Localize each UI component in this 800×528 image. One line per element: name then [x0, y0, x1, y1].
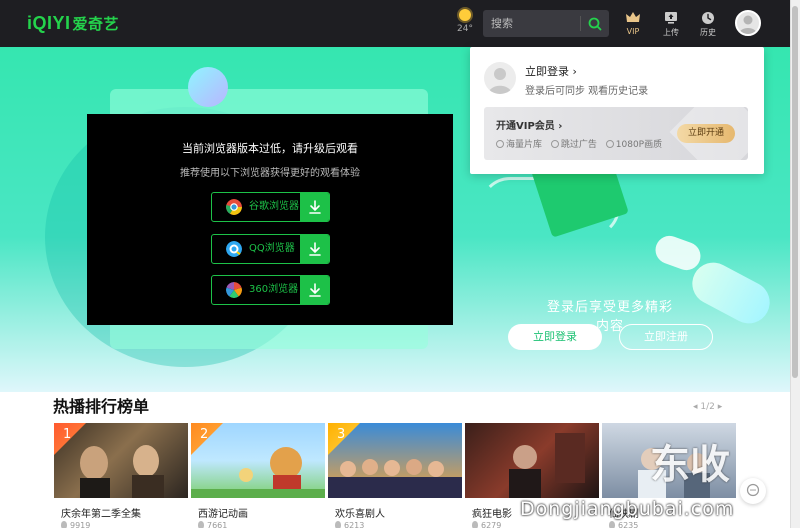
- upload-icon: [665, 12, 677, 24]
- account-popover: 立即登录 › 登录后可同步 观看历史记录 开通VIP会员 › 海量片库 跳过广告…: [470, 47, 764, 174]
- card-heat: 6235: [609, 521, 638, 528]
- search-box: [483, 10, 609, 37]
- card-title[interactable]: 欢乐喜剧人: [335, 505, 385, 520]
- vip-perk: 跳过广告: [550, 140, 597, 150]
- download-chrome-button[interactable]: 谷歌浏览器: [211, 192, 330, 222]
- download-icon: [300, 193, 329, 221]
- vip-perk: 海量片库: [496, 140, 542, 150]
- vip-perks: 海量片库 跳过广告 1080P画质: [496, 137, 668, 150]
- sun-icon: [459, 9, 471, 21]
- card-heat: 6279: [472, 521, 501, 528]
- watermark-text: Dongjiangbubai.com: [520, 498, 735, 520]
- perk-icon: [496, 140, 504, 148]
- popover-description: 登录后可同步 观看历史记录: [525, 86, 649, 97]
- vip-nav-label: VIP: [626, 27, 640, 36]
- vip-perk: 1080P画质: [605, 140, 662, 150]
- vip-open-button[interactable]: 立即开通: [677, 124, 735, 143]
- history-nav[interactable]: 历史: [696, 11, 720, 38]
- crown-icon: [626, 12, 640, 22]
- banner-decoration-pill-small: [651, 231, 705, 275]
- heat-value: 6235: [618, 521, 639, 528]
- heat-value: 7661: [207, 521, 228, 528]
- card-heat: 9919: [61, 521, 90, 528]
- ranking-card[interactable]: 3 欢乐喜剧人 6213: [328, 423, 462, 528]
- flame-icon: [335, 521, 341, 528]
- logo-text: iQIYI: [27, 13, 71, 33]
- flame-icon: [609, 521, 615, 528]
- heat-value: 6213: [344, 521, 365, 528]
- card-title[interactable]: 庆余年第二季全集: [61, 505, 141, 520]
- user-icon: [488, 68, 512, 94]
- popover-avatar[interactable]: [484, 62, 516, 94]
- login-button[interactable]: 立即登录: [508, 324, 602, 350]
- chat-bubble-icon: [746, 483, 760, 497]
- weather-widget[interactable]: 24°: [456, 9, 474, 34]
- browser-label: QQ浏览器: [249, 243, 295, 254]
- perk-icon: [550, 140, 559, 148]
- user-avatar[interactable]: [735, 10, 761, 36]
- flame-icon: [61, 521, 67, 528]
- ranking-pager: ◂ 1/2 ▸: [693, 402, 722, 412]
- chevron-right-icon: ›: [558, 121, 563, 132]
- vip-promo-card[interactable]: 开通VIP会员 › 海量片库 跳过广告 1080P画质 立即开通: [484, 107, 748, 160]
- watermark-seal: 东收: [650, 441, 730, 488]
- card-title[interactable]: 西游记动画: [198, 505, 248, 520]
- upload-nav[interactable]: 上传: [659, 11, 683, 38]
- card-heat: 7661: [198, 521, 227, 528]
- banner-decoration-ball: [188, 67, 228, 107]
- chevron-right-icon: ›: [572, 65, 577, 78]
- popover-login-link[interactable]: 立即登录 ›: [525, 63, 577, 79]
- banner-decoration-pill: [684, 255, 778, 331]
- heat-value: 9919: [70, 521, 91, 528]
- upload-nav-label: 上传: [663, 28, 679, 37]
- search-icon[interactable]: [587, 16, 603, 32]
- logo-cn-text: 爱奇艺: [72, 16, 120, 33]
- register-button[interactable]: 立即注册: [619, 324, 713, 350]
- download-icon: [300, 235, 329, 263]
- movie-poster-image: [509, 433, 585, 498]
- vip-nav[interactable]: VIP: [621, 11, 645, 36]
- history-nav-label: 历史: [700, 28, 716, 37]
- browser-upgrade-modal: 当前浏览器版本过低，请升级后观看 推荐使用以下浏览器获得更好的观看体验 谷歌浏览…: [87, 114, 453, 325]
- modal-subtitle: 推荐使用以下浏览器获得更好的观看体验: [180, 168, 360, 179]
- top-header: iQIYI爱奇艺 24° VIP 上传 历史: [0, 0, 790, 47]
- pager-text: 1/2: [700, 402, 715, 412]
- download-360-browser-button[interactable]: 360浏览器: [211, 275, 330, 305]
- feedback-float-button[interactable]: [740, 478, 766, 504]
- browser-label: 360浏览器: [249, 284, 299, 295]
- search-divider: [580, 16, 581, 31]
- user-icon: [739, 15, 757, 34]
- iqiyi-logo[interactable]: iQIYI 爱奇艺: [27, 13, 119, 34]
- vip-card-title: 开通VIP会员 ›: [496, 117, 562, 132]
- chevron-right-icon[interactable]: ▸: [718, 402, 723, 412]
- vip-card-title-text: 开通VIP会员: [496, 121, 555, 132]
- flame-icon: [472, 521, 478, 528]
- card-title[interactable]: 疯狂电影: [472, 505, 512, 520]
- search-input[interactable]: [491, 15, 581, 32]
- heat-value: 6279: [481, 521, 502, 528]
- clock-icon: [702, 12, 714, 24]
- page-scrollbar-thumb[interactable]: [792, 6, 798, 378]
- ranking-card[interactable]: 2 西游记动画 7661: [191, 423, 325, 528]
- popover-login-label: 立即登录: [525, 65, 569, 78]
- ranking-card[interactable]: 1 庆余年第二季全集 9919: [54, 423, 188, 528]
- ranking-section-title: 热播排行榜单: [53, 397, 150, 416]
- card-heat: 6213: [335, 521, 364, 528]
- download-qq-browser-button[interactable]: QQ浏览器: [211, 234, 330, 264]
- card-thumbnail[interactable]: [465, 423, 599, 498]
- weather-temp: 24°: [457, 24, 473, 34]
- download-icon: [300, 276, 329, 304]
- perk-icon: [605, 140, 614, 148]
- flame-icon: [198, 521, 204, 528]
- browser-label: 谷歌浏览器: [249, 201, 299, 212]
- modal-title: 当前浏览器版本过低，请升级后观看: [182, 142, 358, 155]
- chevron-left-icon[interactable]: ◂: [693, 402, 698, 412]
